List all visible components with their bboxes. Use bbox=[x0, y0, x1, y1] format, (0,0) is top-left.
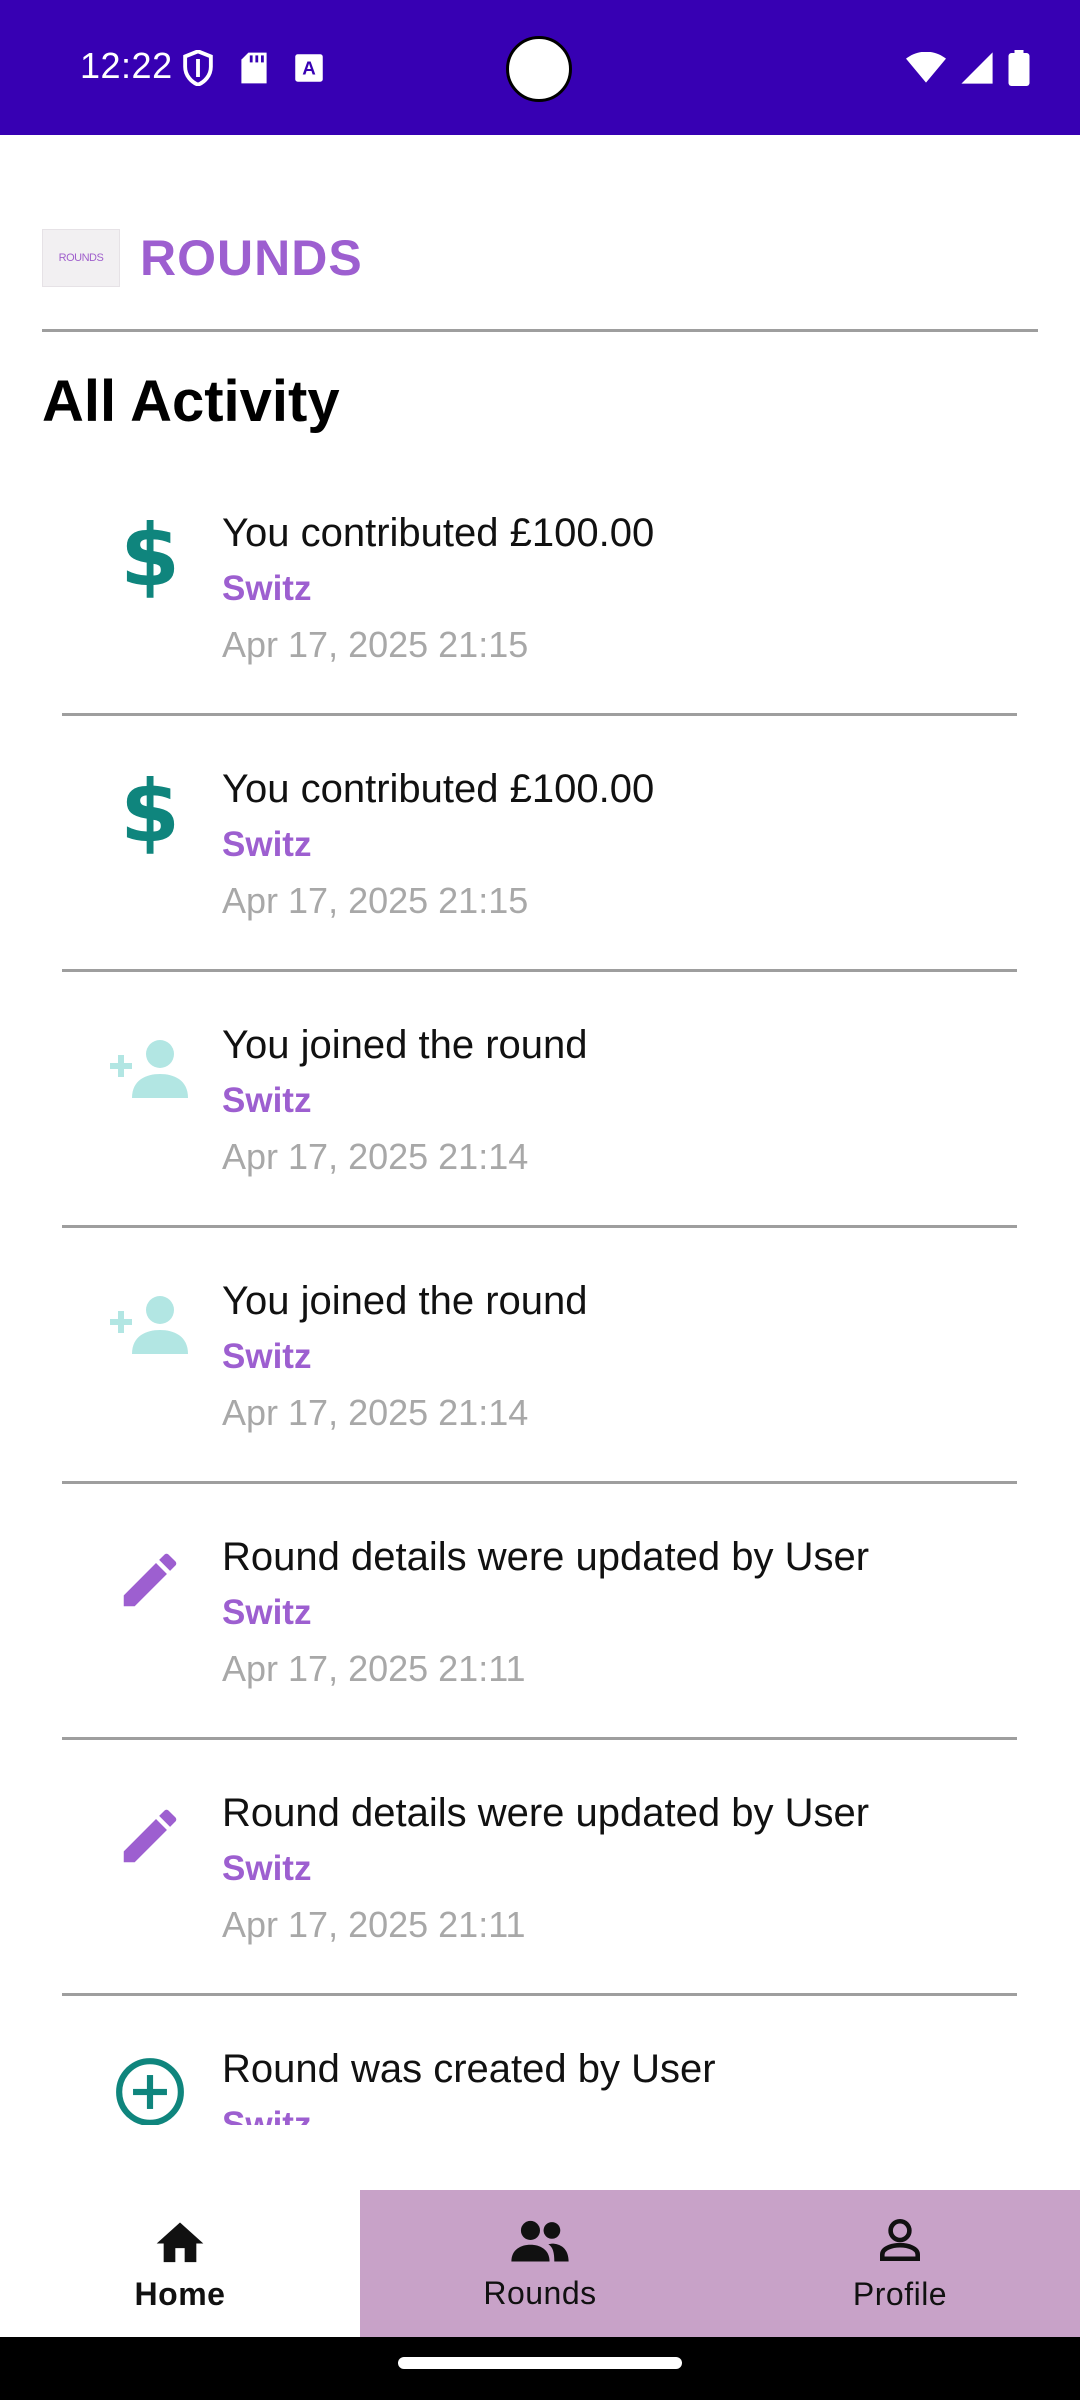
bottom-nav: Home Rounds Profile bbox=[0, 2190, 1080, 2337]
activity-item[interactable]: $ You contributed £100.00 Switz Apr 17, … bbox=[62, 716, 1017, 972]
activity-item[interactable]: Round details were updated by User Switz… bbox=[62, 1484, 1017, 1740]
activity-item[interactable]: $ You contributed £100.00 Switz Apr 17, … bbox=[62, 460, 1017, 716]
activity-date: Apr 17, 2025 21:15 bbox=[222, 624, 529, 665]
status-right-icons bbox=[906, 50, 1030, 91]
activity-title: Round details were updated by User bbox=[222, 1791, 870, 1835]
activity-round-name: Switz bbox=[222, 1337, 312, 1376]
activity-round-name: Switz bbox=[222, 1081, 312, 1120]
home-icon bbox=[152, 2215, 208, 2270]
camera-cutout bbox=[506, 36, 572, 102]
nav-tab-home[interactable]: Home bbox=[0, 2190, 360, 2337]
person-add-icon bbox=[102, 1276, 198, 1372]
dollar-icon: $ bbox=[120, 762, 180, 862]
group-icon bbox=[509, 2216, 571, 2269]
keyboard-a-icon: A bbox=[294, 53, 324, 83]
pencil-icon bbox=[102, 1788, 198, 1884]
activity-item[interactable]: Round details were updated by User Switz… bbox=[62, 1740, 1017, 1996]
activity-title: Round details were updated by User bbox=[222, 1535, 870, 1579]
activity-item[interactable]: You joined the round Switz Apr 17, 2025 … bbox=[62, 972, 1017, 1228]
app-brand-title: ROUNDS bbox=[140, 230, 363, 286]
activity-date: Apr 17, 2025 21:11 bbox=[222, 1648, 526, 1689]
nav-tab-profile[interactable]: Profile bbox=[720, 2190, 1080, 2337]
activity-title: You contributed £100.00 bbox=[222, 767, 655, 811]
shield-icon bbox=[182, 50, 214, 86]
activity-title: Round was created by User bbox=[222, 2047, 716, 2091]
signal-icon bbox=[960, 51, 994, 90]
pencil-icon bbox=[102, 1532, 198, 1628]
status-time: 12:22 bbox=[80, 45, 173, 86]
activity-title: You contributed £100.00 bbox=[222, 511, 655, 555]
sd-card-icon bbox=[240, 51, 268, 85]
nav-tab-rounds[interactable]: Rounds bbox=[360, 2190, 720, 2337]
gesture-bar bbox=[0, 2337, 1080, 2400]
page-title: All Activity bbox=[42, 369, 340, 434]
logo-text: ROUNDS bbox=[58, 252, 104, 264]
activity-date: Apr 17, 2025 21:14 bbox=[222, 1392, 529, 1433]
person-icon bbox=[875, 2215, 925, 2270]
activity-title: You joined the round bbox=[222, 1279, 588, 1323]
activity-date: Apr 17, 2025 21:14 bbox=[222, 1136, 529, 1177]
person-add-icon bbox=[102, 1020, 198, 1116]
activity-round-name: Switz bbox=[222, 569, 312, 608]
wifi-icon bbox=[906, 51, 946, 89]
activity-round-name: Switz bbox=[222, 1593, 312, 1632]
activity-round-name: Switz bbox=[222, 2105, 312, 2125]
app-header: ROUNDS ROUNDS bbox=[42, 229, 363, 287]
activity-round-name: Switz bbox=[222, 1849, 312, 1888]
activity-item[interactable]: You joined the round Switz Apr 17, 2025 … bbox=[62, 1228, 1017, 1484]
gesture-handle[interactable] bbox=[398, 2357, 682, 2369]
dollar-icon: $ bbox=[120, 506, 180, 606]
nav-label-rounds: Rounds bbox=[483, 2274, 597, 2311]
status-left-icons: A bbox=[182, 50, 324, 86]
svg-text:A: A bbox=[302, 57, 316, 78]
nav-label-profile: Profile bbox=[852, 2275, 948, 2312]
nav-label-home: Home bbox=[134, 2275, 226, 2312]
app-logo: ROUNDS bbox=[42, 229, 120, 287]
activity-item[interactable]: Round was created by User Switz bbox=[62, 1996, 1017, 2125]
status-bar: 12:22 A bbox=[0, 0, 1080, 135]
activity-title: You joined the round bbox=[222, 1023, 588, 1067]
header-divider bbox=[42, 329, 1038, 332]
activity-date: Apr 17, 2025 21:11 bbox=[222, 1904, 526, 1945]
activity-list[interactable]: $ You contributed £100.00 Switz Apr 17, … bbox=[62, 460, 1017, 2125]
plus-circle-icon bbox=[102, 2044, 198, 2125]
activity-round-name: Switz bbox=[222, 825, 312, 864]
activity-date: Apr 17, 2025 21:15 bbox=[222, 880, 529, 921]
battery-icon bbox=[1008, 50, 1030, 91]
